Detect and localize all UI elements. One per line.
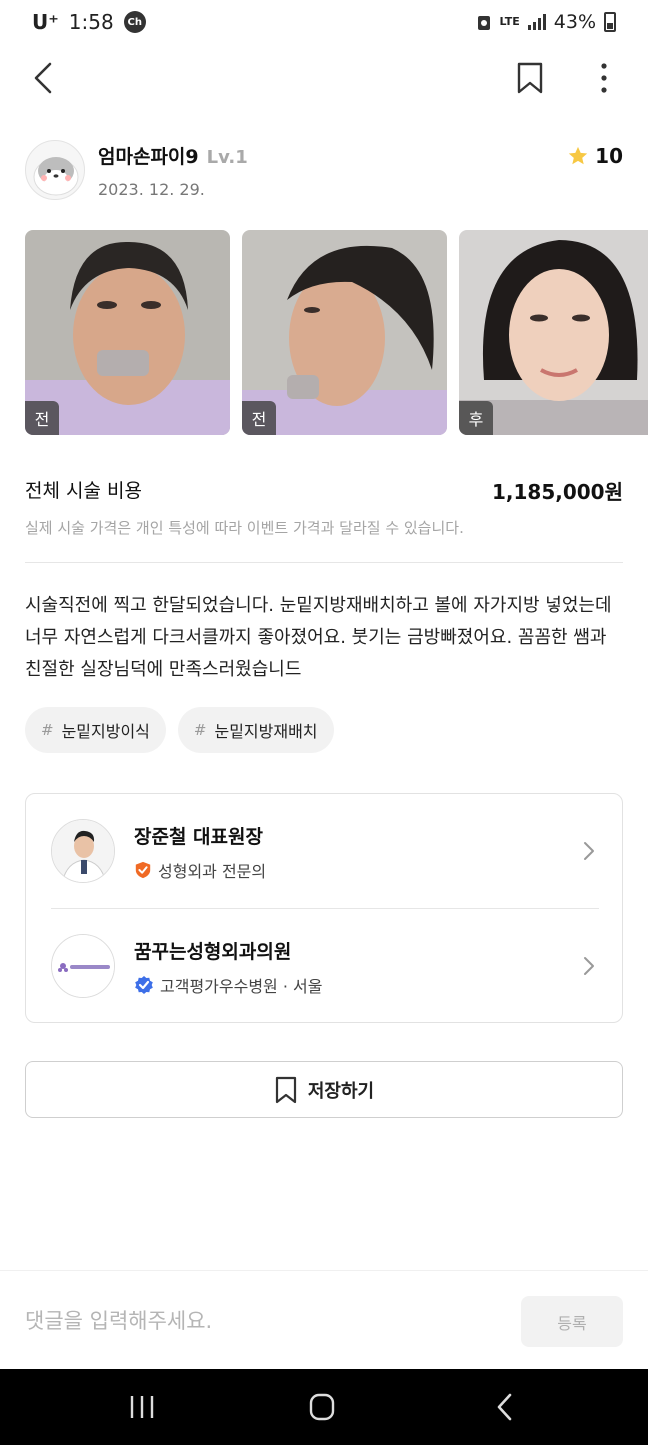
notification-badge-icon: Ch [123, 11, 146, 33]
rating-value: 10 [595, 144, 623, 168]
status-time: 1:58 [68, 10, 114, 34]
hash-icon: # [193, 721, 207, 739]
before-photo-2[interactable]: 전 [242, 230, 447, 435]
bookmark-icon [275, 1076, 296, 1103]
specialist-badge-icon [135, 861, 151, 879]
avatar[interactable] [25, 140, 85, 200]
signal-icon [527, 14, 546, 30]
doctor-photo-image [52, 820, 114, 882]
author-name[interactable]: 엄마손파이9 [98, 142, 199, 169]
cost-section: 전체 시술 비용 1,185,000원 실제 시술 가격은 개인 특성에 따라 … [25, 476, 623, 538]
comment-bar: 등록 [0, 1270, 648, 1369]
recent-apps-icon [130, 1396, 154, 1418]
bookmark-button[interactable] [510, 58, 550, 98]
hash-icon: # [41, 721, 54, 739]
photo-tag: 전 [25, 401, 59, 435]
network-type: LTE [499, 15, 520, 28]
provider-card: 장준철 대표원장 성형외과 전문의 꿈꾸는성형외과의원 고객평가우수병원 · 서… [25, 793, 623, 1023]
after-photo[interactable]: 후 [459, 230, 648, 435]
cost-note: 실제 시술 가격은 개인 특성에 따라 이벤트 가격과 달라질 수 있습니다. [25, 519, 464, 537]
tag-list: # 눈밑지방이식 # 눈밑지방재배치 [25, 707, 334, 753]
author-level: Lv.1 [206, 147, 248, 168]
doctor-name: 장준철 대표원장 [134, 826, 263, 848]
chevron-right-icon [584, 957, 594, 975]
hospital-logo [51, 934, 115, 998]
system-nav-bar [0, 1369, 648, 1445]
review-date: 2023. 12. 29. [98, 180, 205, 199]
verified-badge-icon [135, 976, 153, 994]
rating: 10 [567, 144, 623, 168]
chevron-right-icon [584, 842, 594, 860]
home-icon [309, 1393, 335, 1421]
cost-amount: 1,185,000원 [491, 480, 623, 504]
hamster-avatar-icon [33, 157, 79, 196]
photo-tag: 후 [459, 401, 493, 435]
top-nav [0, 50, 648, 106]
back-arrow-icon [497, 1393, 512, 1421]
tag-label: 눈밑지방이식 [61, 722, 150, 741]
recent-apps-button[interactable] [122, 1391, 162, 1423]
hospital-name: 꿈꾸는성형외과의원 [134, 941, 292, 963]
submit-comment-button[interactable]: 등록 [521, 1296, 623, 1347]
doctor-row[interactable]: 장준철 대표원장 성형외과 전문의 [26, 794, 624, 909]
review-text: 시술직전에 찍고 한달되었습니다. 눈밑지방재배치하고 볼에 자가지방 넣었는데… [25, 595, 612, 680]
tag-label: 눈밑지방재배치 [214, 722, 318, 741]
recycle-icon [477, 16, 490, 30]
more-vertical-icon [601, 63, 607, 93]
chevron-left-icon [34, 62, 52, 94]
save-button[interactable]: 저장하기 [25, 1061, 623, 1118]
comment-input[interactable] [25, 1301, 495, 1341]
photo-carousel[interactable]: 전 전 후 [25, 230, 648, 435]
star-icon [568, 146, 588, 165]
hospital-badge-text: 고객평가우수병원 · 서울 [160, 977, 323, 996]
photo-tag: 전 [242, 401, 276, 435]
home-button[interactable] [302, 1391, 342, 1423]
tag-chip[interactable]: # 눈밑지방이식 [25, 707, 166, 753]
doctor-avatar [51, 819, 115, 883]
before-photo-1[interactable]: 전 [25, 230, 230, 435]
hospital-row[interactable]: 꿈꾸는성형외과의원 고객평가우수병원 · 서울 [26, 909, 624, 1024]
author-section: 엄마손파이9 Lv.1 2023. 12. 29. 10 [25, 140, 623, 202]
save-button-label: 저장하기 [307, 1080, 375, 1102]
back-button[interactable] [26, 58, 66, 98]
tag-chip[interactable]: # 눈밑지방재배치 [177, 707, 334, 753]
status-bar: U⁺ 1:58 Ch LTE 43% [0, 0, 648, 44]
carrier-label: U⁺ [32, 10, 59, 34]
hospital-logo-image [52, 935, 114, 997]
more-options-button[interactable] [586, 58, 622, 98]
doctor-badge-text: 성형외과 전문의 [158, 862, 267, 881]
bookmark-icon [517, 62, 543, 94]
battery-percent: 43% [553, 11, 596, 33]
system-back-button[interactable] [486, 1391, 526, 1423]
divider [25, 562, 623, 563]
battery-icon [604, 12, 616, 32]
